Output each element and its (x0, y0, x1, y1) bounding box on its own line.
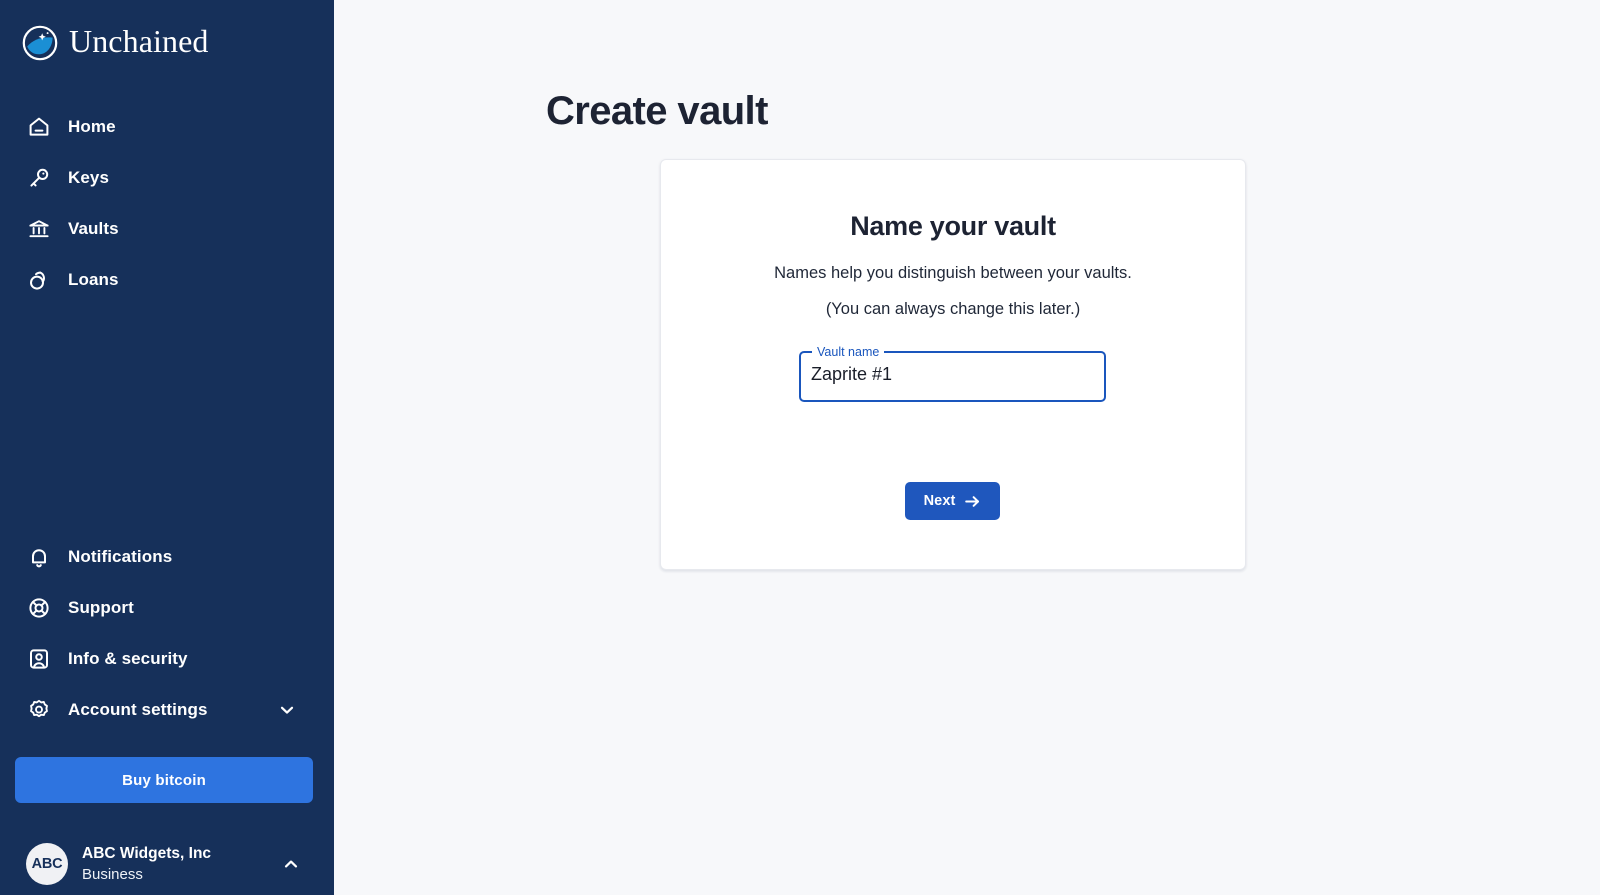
vault-name-input[interactable] (799, 346, 1106, 402)
key-icon (30, 168, 49, 187)
sidebar-item-label-support: Support (68, 597, 134, 617)
account-name: ABC Widgets, Inc (82, 844, 212, 862)
sidebar-nav-primary: Home Keys Vaults Loans (0, 101, 334, 305)
sidebar-item-notifications[interactable]: Notifications (0, 531, 334, 582)
sidebar-item-label-notifications: Notifications (68, 546, 173, 566)
card-title: Name your vault (850, 211, 1056, 241)
sidebar-nav-secondary: Notifications Support Info & security Ac… (0, 531, 334, 739)
chevron-down-icon[interactable] (278, 701, 296, 719)
home-icon (29, 117, 49, 136)
card-subtitle-line2: (You can always change this later.) (825, 300, 1081, 319)
sidebar-item-account-settings[interactable]: Account settings (0, 684, 334, 735)
next-button-label: Next (923, 493, 956, 509)
user-card-icon (30, 648, 48, 669)
sidebar-item-vaults[interactable]: Vaults (0, 203, 334, 254)
sidebar-item-support[interactable]: Support (0, 582, 334, 633)
brand-name: Unchained (69, 23, 209, 59)
account-switcher[interactable]: ABC ABC Widgets, Inc Business (0, 833, 334, 895)
sidebar-item-info-security[interactable]: Info & security (0, 633, 334, 684)
loans-circles-icon (30, 271, 45, 290)
sidebar-item-loans[interactable]: Loans (0, 254, 334, 305)
create-vault-card: Name your vault Names help you distingui… (660, 159, 1246, 570)
sidebar-item-label-info-security: Info & security (68, 648, 188, 668)
main-content: Create vault Name your vault Names help … (334, 0, 1600, 895)
sidebar-item-label-loans: Loans (68, 269, 119, 289)
sidebar-item-label-keys: Keys (68, 167, 110, 187)
arrow-right-icon (965, 495, 980, 507)
app-root: Unchained Home Keys Vaults Loans Notific… (0, 0, 1600, 895)
avatar: ABC (26, 843, 68, 885)
chevron-up-icon[interactable] (282, 855, 300, 873)
account-text: ABC Widgets, Inc Business (82, 845, 211, 883)
sidebar: Unchained Home Keys Vaults Loans Notific… (0, 0, 334, 895)
gear-icon (30, 699, 48, 717)
next-button[interactable]: Next (905, 482, 1000, 520)
account-type: Business (82, 865, 143, 883)
vault-name-field[interactable]: Vault name (799, 346, 1106, 402)
sidebar-item-label-home: Home (68, 116, 116, 136)
brand-logo[interactable]: Unchained (0, 0, 334, 60)
bank-icon (29, 219, 49, 237)
page-title: Create vault (546, 88, 768, 133)
lifebuoy-icon (29, 597, 49, 618)
sidebar-item-label-vaults: Vaults (68, 218, 119, 238)
buy-bitcoin-button[interactable]: Buy bitcoin (15, 757, 313, 803)
unchained-logo-icon (22, 25, 58, 60)
sidebar-item-keys[interactable]: Keys (0, 152, 334, 203)
bell-icon (32, 548, 46, 567)
card-subtitle-line1: Names help you distinguish between your … (774, 264, 1132, 283)
sidebar-item-home[interactable]: Home (0, 101, 334, 152)
sidebar-item-label-account-settings: Account settings (68, 699, 208, 719)
